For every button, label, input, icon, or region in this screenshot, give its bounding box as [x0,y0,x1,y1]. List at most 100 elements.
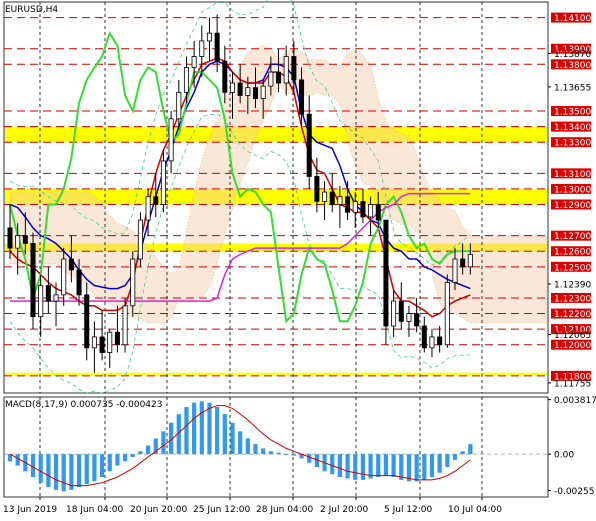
candle-body [460,258,466,268]
macd-bar [238,431,243,455]
candle-body [176,91,182,120]
candle-body [7,227,13,249]
macd-bar [30,454,36,477]
macd-bar [76,454,82,487]
candle-body [30,243,36,318]
candle-body [84,294,90,349]
candle-body [199,40,205,57]
candle-body [398,300,404,322]
macd-bar [391,454,396,477]
candle-body [429,336,435,349]
candle [122,297,128,353]
candle-body [122,305,128,346]
level-band [5,126,547,143]
candle-body [345,196,351,213]
macd-bar [69,454,74,490]
macd-bar [422,454,427,480]
macd-bar [399,454,404,480]
price-tick-label: 1.12390 [554,280,591,290]
time-label: 20 Jun 20:00 [130,505,187,515]
candle-body [68,258,74,271]
time-label: 18 Jun 04:00 [66,505,123,515]
candle-body [145,196,151,221]
level-label: 1.13000 [554,185,591,195]
candle-body [229,82,236,93]
macd-bar [276,452,281,455]
time-label: 13 Jun 2019 [3,505,57,515]
candle-body [99,336,105,353]
macd-bar [307,454,312,463]
macd-bar [468,444,473,455]
candle-body [375,204,381,221]
macd-bar [429,454,435,477]
candle-body [245,87,251,96]
macd-bar [445,454,450,467]
candle-body [53,294,59,302]
candle-body [299,79,305,115]
macd-bar [230,422,235,455]
candle-body [168,118,174,162]
macd-bar [38,454,43,483]
candle-body [45,285,51,302]
macd-bar [376,454,381,477]
price-panel [3,0,549,394]
macd-bar [138,451,143,455]
macd-bar [61,454,66,492]
time-label: 2 Jul 20:00 [320,505,369,515]
candle-body [414,313,420,327]
candle-body [237,82,243,96]
candle-body [437,336,443,346]
candle-body [191,56,197,68]
level-label: 1.13800 [554,61,591,71]
price-tick-label: 1.13870 [554,50,591,60]
level-label: 1.13300 [554,139,591,149]
macd-bar [184,407,189,455]
macd-bar [215,407,220,455]
macd-bar [107,454,112,472]
level-label: 1.12600 [554,248,591,258]
chart-title: EURUSD,H4 [5,5,58,15]
macd-bar [337,454,343,477]
candle-body [107,331,113,353]
macd-bar [84,454,89,485]
macd-title: MACD(8,17,9) 0.000735 -0.000423 [5,400,162,410]
candle-body [452,258,458,283]
trading-chart: 1.141001.139001.138001.135001.134001.133… [3,0,596,515]
level-label: 1.12500 [554,263,591,273]
candle-body [214,32,220,62]
candle [137,212,143,267]
candle-body [222,60,228,93]
macd-bar [192,402,197,455]
time-label: 28 Jun 04:00 [256,505,313,515]
candle-body [283,56,289,84]
macd-bar [414,454,419,482]
level-label: 1.12200 [554,310,591,320]
macd-bar [99,454,105,477]
time-label: 5 Jul 12:00 [384,505,433,515]
time-label: 10 Jul 04:00 [448,505,502,515]
macd-bar [199,401,204,455]
candle-body [15,235,21,249]
candle-body [22,235,28,244]
candle-body [268,71,274,87]
level-label: 1.13500 [554,108,591,118]
macd-bar [360,454,366,480]
level-label: 1.12000 [554,341,591,351]
macd-bar [115,454,120,466]
macd-bar [161,431,166,455]
candle-body [291,56,297,81]
macd-bar [284,454,289,455]
candle-body [383,219,389,327]
macd-tick-label: -0.00255 [554,487,594,497]
candle [383,219,389,345]
macd-bar [268,451,273,455]
candle-body [368,204,374,218]
macd-bar [245,438,250,455]
candle-body [314,176,320,202]
macd-bar [345,454,350,479]
macd-bar [46,454,51,487]
time-label: 25 Jun 12:00 [193,505,250,515]
macd-bar [353,454,358,480]
macd-panel [3,396,549,498]
candle-body [391,300,397,327]
